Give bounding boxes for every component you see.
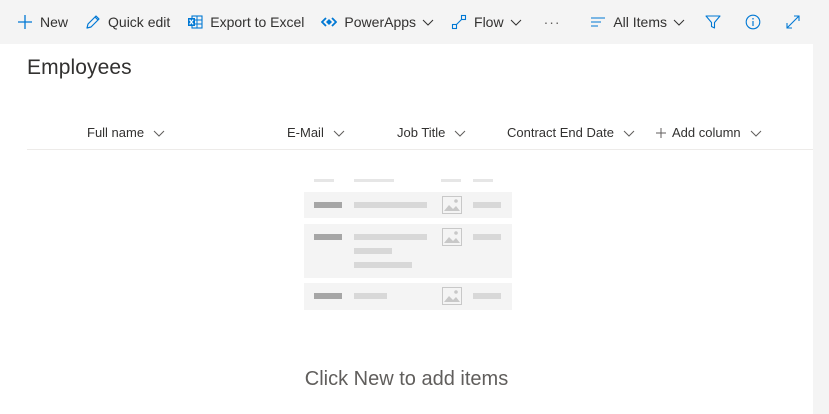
placeholder-bar (441, 179, 461, 182)
image-icon (442, 287, 462, 305)
add-column-label: Add column (672, 125, 741, 140)
placeholder-bar (473, 202, 501, 208)
placeholder-bar (473, 179, 493, 182)
chevron-down-icon (153, 127, 165, 139)
powerapps-icon (320, 13, 338, 31)
column-header-job-title[interactable]: Job Title (397, 116, 466, 149)
add-column-button[interactable]: Add column (656, 116, 762, 149)
placeholder-bar (354, 248, 392, 254)
new-button[interactable]: New (0, 0, 76, 44)
column-headers: Full name E-Mail Job Title Contract End … (27, 116, 813, 150)
info-icon (744, 13, 762, 31)
placeholder-row (304, 192, 512, 218)
placeholder-bar (354, 202, 427, 208)
export-to-excel-button[interactable]: Export to Excel (178, 0, 312, 44)
chevron-down-icon (510, 16, 522, 28)
quick-edit-label: Quick edit (108, 14, 171, 30)
chevron-down-icon (454, 127, 466, 139)
image-icon (442, 196, 462, 214)
chevron-down-icon (673, 16, 685, 28)
view-options-icon (589, 13, 607, 31)
placeholder-bar (354, 262, 412, 268)
excel-icon (186, 13, 204, 31)
chevron-down-icon (333, 127, 345, 139)
expand-icon (784, 13, 802, 31)
more-icon: ··· (543, 14, 561, 30)
empty-list-illustration (304, 176, 512, 312)
image-icon (442, 228, 462, 246)
placeholder-bar (354, 234, 427, 240)
new-button-label: New (40, 14, 69, 30)
powerapps-button[interactable]: PowerApps (312, 0, 442, 44)
pencil-icon (84, 13, 102, 31)
placeholder-row (304, 224, 512, 278)
placeholder-bar (473, 234, 501, 240)
command-bar: New Quick edit Export to Excel PowerApps… (0, 0, 829, 44)
placeholder-bar (314, 293, 342, 299)
plus-icon (656, 127, 666, 138)
info-button[interactable] (733, 0, 773, 44)
column-header-label: E-Mail (287, 125, 324, 140)
scrollbar[interactable] (813, 44, 829, 414)
filter-icon (704, 13, 722, 31)
flow-button[interactable]: Flow (442, 0, 530, 44)
column-header-full-name[interactable]: Full name (87, 116, 165, 149)
chevron-down-icon (422, 16, 434, 28)
fullscreen-button[interactable] (773, 0, 813, 44)
powerapps-label: PowerApps (344, 14, 417, 30)
placeholder-bar (354, 179, 394, 182)
placeholder-bar (473, 293, 501, 299)
view-selector-label: All Items (613, 14, 667, 30)
placeholder-row (304, 283, 512, 310)
chevron-down-icon (623, 127, 635, 139)
chevron-down-icon (750, 127, 762, 139)
page-title: Employees (27, 56, 132, 79)
view-selector[interactable]: All Items (581, 0, 693, 44)
filter-button[interactable] (693, 0, 733, 44)
quick-edit-button[interactable]: Quick edit (76, 0, 178, 44)
placeholder-bar (314, 179, 334, 182)
placeholder-bar (354, 293, 387, 299)
export-to-excel-label: Export to Excel (210, 14, 305, 30)
more-button[interactable]: ··· (530, 0, 575, 44)
plus-icon (16, 13, 34, 31)
column-header-contract-end-date[interactable]: Contract End Date (507, 116, 635, 149)
column-header-label: Contract End Date (507, 125, 614, 140)
placeholder-bar (314, 202, 342, 208)
column-header-label: Full name (87, 125, 145, 140)
placeholder-bar (314, 234, 342, 240)
empty-state-message: Click New to add items (304, 368, 509, 390)
flow-label: Flow (474, 14, 504, 30)
column-header-email[interactable]: E-Mail (287, 116, 345, 149)
flow-icon (450, 13, 468, 31)
column-header-label: Job Title (397, 125, 446, 140)
